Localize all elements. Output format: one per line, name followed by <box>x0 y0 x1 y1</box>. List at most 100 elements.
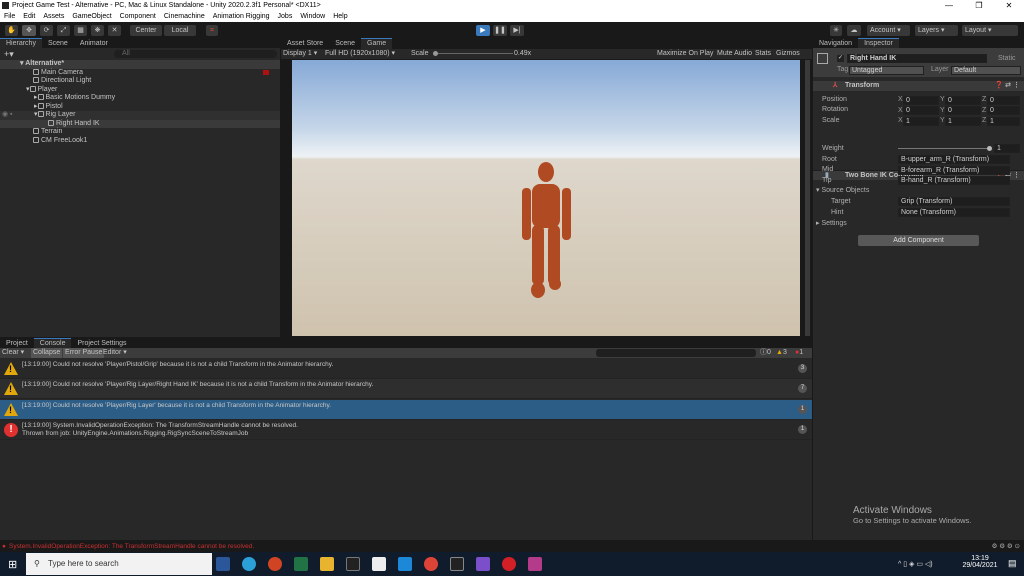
weight-slider-thumb[interactable] <box>987 146 992 151</box>
chrome-icon[interactable] <box>424 557 438 571</box>
mute-audio-toggle[interactable]: Mute Audio <box>717 49 752 59</box>
menu-gameobject[interactable]: GameObject <box>72 13 111 20</box>
rotate-tool-icon[interactable]: ⟳ <box>40 25 53 36</box>
target-field[interactable]: Grip (Transform) <box>898 197 1010 206</box>
add-icon[interactable]: +▾ <box>4 49 14 60</box>
hierarchy-item[interactable]: ▸Basic Motions Dummy <box>0 94 280 103</box>
scale-slider[interactable] <box>433 53 513 54</box>
collapse-toggle[interactable]: Collapse <box>31 348 62 358</box>
error-count-toggle[interactable]: ●1 <box>795 348 803 358</box>
clock[interactable]: 13:1929/04/2021 <box>960 555 1000 569</box>
windows-start-icon[interactable]: ⊞ <box>8 558 17 571</box>
mid-field[interactable]: B-forearm_R (Transform) <box>898 166 1010 175</box>
stats-toggle[interactable]: Stats <box>755 49 771 59</box>
root-field[interactable]: B-upper_arm_R (Transform) <box>898 155 1010 164</box>
hierarchy-item[interactable]: Directional Light <box>0 77 280 86</box>
weight-slider[interactable] <box>898 148 990 149</box>
hierarchy-item[interactable]: ▸Pistol <box>0 103 280 112</box>
store-icon[interactable] <box>372 557 386 571</box>
game-viewport[interactable] <box>292 60 800 336</box>
display-dropdown[interactable]: Display 1 ▾ <box>283 49 317 59</box>
edge-icon[interactable] <box>242 557 256 571</box>
hierarchy-item[interactable]: ▾Player <box>0 86 280 95</box>
rotation-y[interactable]: 0 <box>945 106 981 115</box>
media-player-icon[interactable] <box>502 557 516 571</box>
scale-slider-thumb[interactable] <box>433 51 438 56</box>
tab-scene[interactable]: Scene <box>329 39 361 49</box>
cloud-icon[interactable]: ☁ <box>847 25 861 36</box>
winrar-icon[interactable] <box>528 557 542 571</box>
account-dropdown[interactable]: Account ▾ <box>867 25 910 36</box>
menu-file[interactable]: File <box>4 13 15 20</box>
tab-game[interactable]: Game <box>361 38 392 49</box>
gizmos-dropdown[interactable]: Gizmos <box>776 49 800 59</box>
visibility-icon[interactable]: ◉ ▪ <box>2 111 13 120</box>
excel-icon[interactable] <box>294 557 308 571</box>
console-message[interactable]: ![13:19:00] System.InvalidOperationExcep… <box>0 420 812 440</box>
hierarchy-item[interactable]: ◉ ▪▾Rig Layer <box>0 111 280 120</box>
word-icon[interactable] <box>216 557 230 571</box>
scene-root[interactable]: ▾ Alternative* <box>0 60 280 69</box>
powerpoint-icon[interactable] <box>268 557 282 571</box>
file-explorer-icon[interactable] <box>320 557 334 571</box>
hierarchy-item[interactable]: Main Camera <box>0 69 280 78</box>
collab-icon[interactable]: ✳ <box>830 25 842 36</box>
console-message-selected[interactable]: [13:19:00] Could not resolve 'Player/Rig… <box>0 400 812 420</box>
layers-dropdown[interactable]: Layers ▾ <box>915 25 958 36</box>
rotation-x[interactable]: 0 <box>903 106 939 115</box>
hierarchy-item[interactable]: Terrain <box>0 128 280 137</box>
scale-y[interactable]: 1 <box>945 117 981 126</box>
unity-icon[interactable] <box>450 557 464 571</box>
menu-assets[interactable]: Assets <box>43 13 64 20</box>
play-button[interactable]: ▶ <box>476 25 490 36</box>
space-toggle[interactable]: Local <box>164 25 196 36</box>
close-button[interactable]: ✕ <box>994 0 1024 11</box>
transform-tool-icon[interactable]: ❋ <box>91 25 104 36</box>
menu-help[interactable]: Help <box>333 13 347 20</box>
hand-tool-icon[interactable]: ✋ <box>5 25 18 36</box>
epic-games-icon[interactable] <box>346 557 360 571</box>
tab-hierarchy[interactable]: Hierarchy <box>0 38 42 49</box>
menu-jobs[interactable]: Jobs <box>278 13 293 20</box>
console-search-input[interactable] <box>596 349 756 357</box>
system-tray-icons[interactable]: ^ ▯ ◈ ▭ ◁) <box>898 560 933 568</box>
hierarchy-search-input[interactable]: All <box>114 50 277 58</box>
pivot-toggle[interactable]: Center <box>130 25 162 36</box>
game-scrollbar[interactable] <box>805 60 810 336</box>
warning-count-toggle[interactable]: ▲3 <box>776 348 787 358</box>
rect-tool-icon[interactable]: ▦ <box>74 25 87 36</box>
step-button[interactable]: ▶| <box>510 25 524 36</box>
rotation-z[interactable]: 0 <box>987 106 1020 115</box>
console-message[interactable]: [13:19:00] Could not resolve 'Player/Rig… <box>0 379 812 399</box>
move-tool-icon[interactable]: ✥ <box>22 25 36 36</box>
menu-window[interactable]: Window <box>300 13 325 20</box>
scale-x[interactable]: 1 <box>903 117 939 126</box>
info-count-toggle[interactable]: ⓘ0 <box>760 348 771 358</box>
scale-tool-icon[interactable]: ⤢ <box>57 25 70 36</box>
resolution-dropdown[interactable]: Full HD (1920x1080) ▾ <box>325 49 395 59</box>
layer-dropdown[interactable]: Default <box>951 66 1021 75</box>
weight-input[interactable]: 1 <box>994 144 1020 153</box>
tag-dropdown[interactable]: Untagged <box>849 66 924 75</box>
position-y[interactable]: 0 <box>945 96 981 105</box>
hierarchy-item-selected[interactable]: Right Hand IK <box>0 120 280 129</box>
taskbar-search-input[interactable]: ⚲Type here to search <box>26 553 212 575</box>
clear-button[interactable]: Clear ▾ <box>2 348 24 358</box>
tab-scene[interactable]: Scene <box>42 39 74 49</box>
add-component-button[interactable]: Add Component <box>858 235 979 246</box>
position-z[interactable]: 0 <box>987 96 1020 105</box>
object-name-input[interactable]: Right Hand IK <box>847 54 987 63</box>
pause-button[interactable]: ❚❚ <box>493 25 507 36</box>
static-toggle[interactable]: Static <box>998 55 1016 62</box>
custom-tool-icon[interactable]: ✕ <box>108 25 121 36</box>
position-x[interactable]: 0 <box>903 96 939 105</box>
tab-animator[interactable]: Animator <box>74 39 114 49</box>
component-menu-icon[interactable]: ❓ ⇄ ⋮ <box>995 81 1020 91</box>
settings-foldout[interactable]: ▸ Settings <box>816 219 847 229</box>
notifications-icon[interactable]: ▤ <box>1008 558 1017 569</box>
status-bar[interactable]: ●System.InvalidOperationException: The T… <box>0 541 1024 552</box>
tip-field[interactable]: B-hand_R (Transform) <box>898 176 1010 185</box>
maximize-on-play-toggle[interactable]: Maximize On Play <box>657 49 713 59</box>
active-checkbox[interactable]: ✓ <box>837 55 844 62</box>
transform-header[interactable]: Transform⅄❓ ⇄ ⋮ <box>813 81 1024 91</box>
